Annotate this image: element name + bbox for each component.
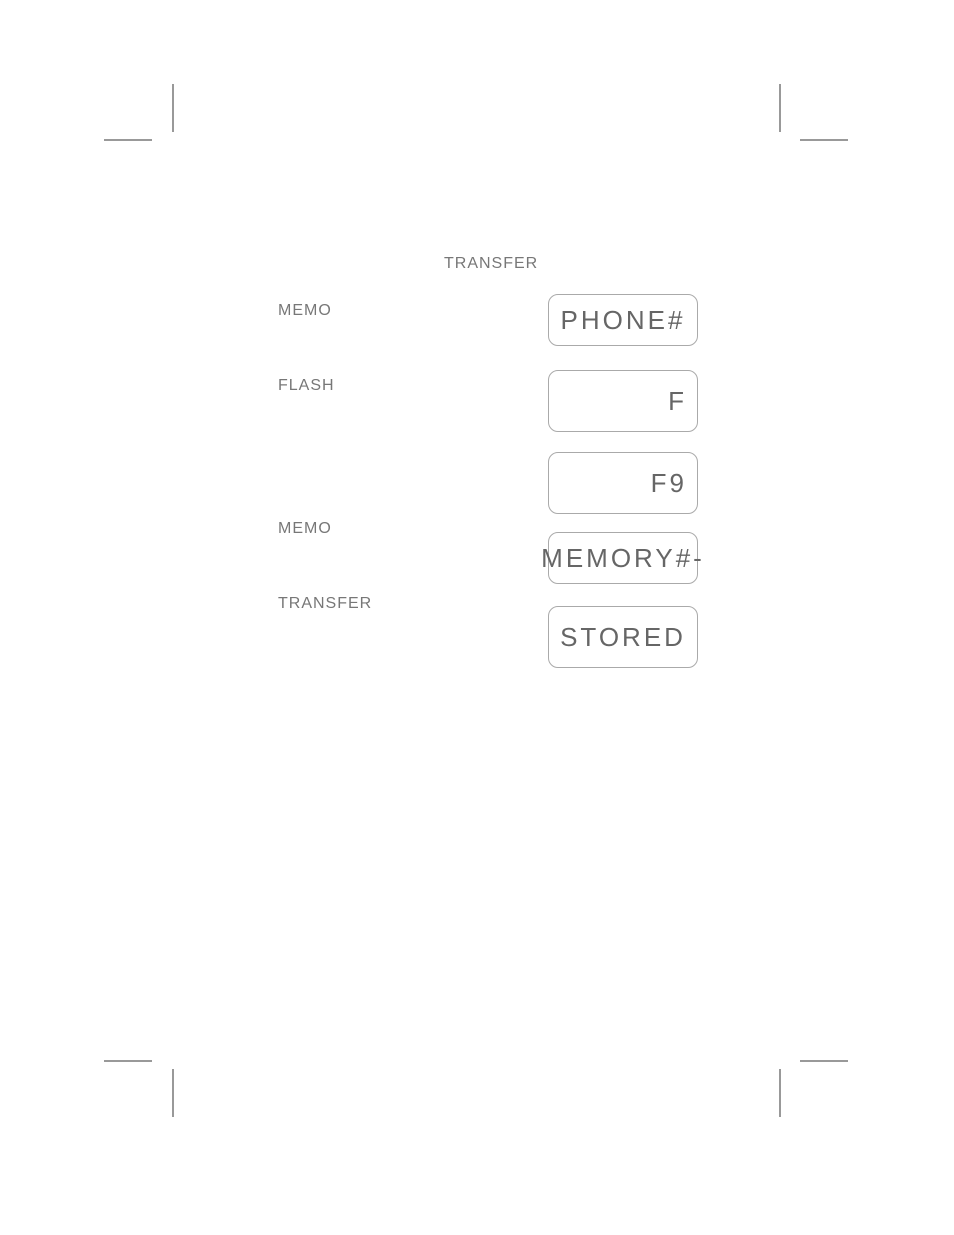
display-memory: MEMORY#- bbox=[548, 532, 698, 584]
label-flash: FLASH bbox=[278, 377, 335, 395]
crop-mark bbox=[172, 1069, 174, 1117]
display-phone: PHONE# bbox=[548, 294, 698, 346]
label-transfer-top: TRANSFER bbox=[444, 255, 538, 273]
display-stored-text: STORED bbox=[560, 622, 686, 653]
crop-mark bbox=[800, 139, 848, 141]
crop-mark bbox=[104, 1060, 152, 1062]
label-transfer-bottom: TRANSFER bbox=[278, 595, 372, 613]
display-f9-text: F9 bbox=[651, 468, 687, 499]
display-f9: F9 bbox=[548, 452, 698, 514]
display-memory-text: MEMORY#- bbox=[541, 543, 705, 574]
display-f: F bbox=[548, 370, 698, 432]
crop-mark bbox=[800, 1060, 848, 1062]
crop-mark bbox=[779, 1069, 781, 1117]
crop-mark bbox=[104, 139, 152, 141]
crop-mark bbox=[779, 84, 781, 132]
crop-mark bbox=[172, 84, 174, 132]
label-memo-2: MEMO bbox=[278, 520, 332, 538]
label-memo-1: MEMO bbox=[278, 302, 332, 320]
display-f-text: F bbox=[668, 386, 687, 417]
display-phone-text: PHONE# bbox=[561, 305, 686, 336]
display-stored: STORED bbox=[548, 606, 698, 668]
